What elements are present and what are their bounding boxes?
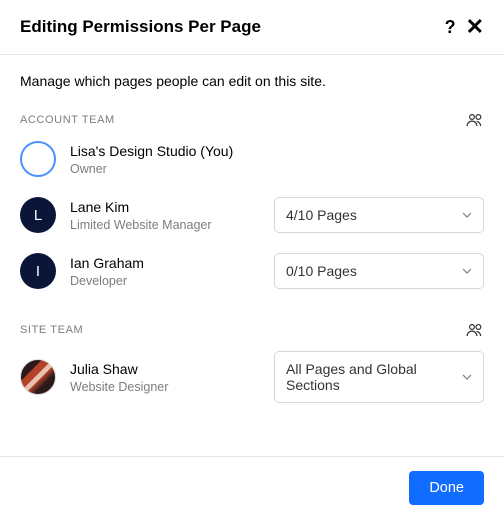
chevron-down-icon xyxy=(462,374,472,380)
person-text: Julia Shaw Website Designer xyxy=(70,361,260,394)
done-button[interactable]: Done xyxy=(409,471,484,505)
dropdown-value: All Pages and Global Sections xyxy=(286,361,462,393)
section-label: SITE TEAM xyxy=(20,324,83,336)
person-name: Ian Graham xyxy=(70,255,260,271)
person-role: Limited Website Manager xyxy=(70,218,260,232)
person-role: Owner xyxy=(70,162,484,176)
help-icon[interactable]: ? xyxy=(445,18,456,36)
section-label: ACCOUNT TEAM xyxy=(20,114,115,126)
chevron-down-icon xyxy=(462,212,472,218)
chevron-down-icon xyxy=(462,268,472,274)
add-people-icon[interactable] xyxy=(466,113,484,127)
scope-dropdown[interactable]: 4/10 Pages xyxy=(274,197,484,233)
avatar-initial: L xyxy=(20,197,56,233)
divider xyxy=(20,309,484,323)
dialog-title: Editing Permissions Per Page xyxy=(20,17,261,37)
person-text: Lane Kim Limited Website Manager xyxy=(70,199,260,232)
add-people-icon[interactable] xyxy=(466,323,484,337)
dialog-content: Manage which pages people can edit on th… xyxy=(0,55,504,403)
person-role: Developer xyxy=(70,274,260,288)
header-actions: ? ✕ xyxy=(445,16,484,38)
dropdown-value: 0/10 Pages xyxy=(286,263,357,279)
person-row-ian: I Ian Graham Developer 0/10 Pages xyxy=(20,253,484,289)
scope-dropdown[interactable]: 0/10 Pages xyxy=(274,253,484,289)
scope-dropdown[interactable]: All Pages and Global Sections xyxy=(274,351,484,403)
person-row-lane: L Lane Kim Limited Website Manager 4/10 … xyxy=(20,197,484,233)
section-header-account: ACCOUNT TEAM xyxy=(20,113,484,127)
avatar-initial: I xyxy=(20,253,56,289)
dropdown-value: 4/10 Pages xyxy=(286,207,357,223)
avatar-image xyxy=(20,359,56,395)
dialog-footer: Done xyxy=(0,456,504,527)
close-icon[interactable]: ✕ xyxy=(466,16,484,38)
person-name: Lane Kim xyxy=(70,199,260,215)
person-role: Website Designer xyxy=(70,380,260,394)
person-row-julia: Julia Shaw Website Designer All Pages an… xyxy=(20,351,484,403)
person-text: Ian Graham Developer xyxy=(70,255,260,288)
person-name: Julia Shaw xyxy=(70,361,260,377)
person-row-owner: Lisa's Design Studio (You) Owner xyxy=(20,141,484,177)
person-name: Lisa's Design Studio (You) xyxy=(70,143,484,159)
person-text: Lisa's Design Studio (You) Owner xyxy=(70,143,484,176)
dialog-header: Editing Permissions Per Page ? ✕ xyxy=(0,0,504,55)
section-header-site: SITE TEAM xyxy=(20,323,484,337)
dialog-description: Manage which pages people can edit on th… xyxy=(20,73,484,89)
avatar xyxy=(20,141,56,177)
